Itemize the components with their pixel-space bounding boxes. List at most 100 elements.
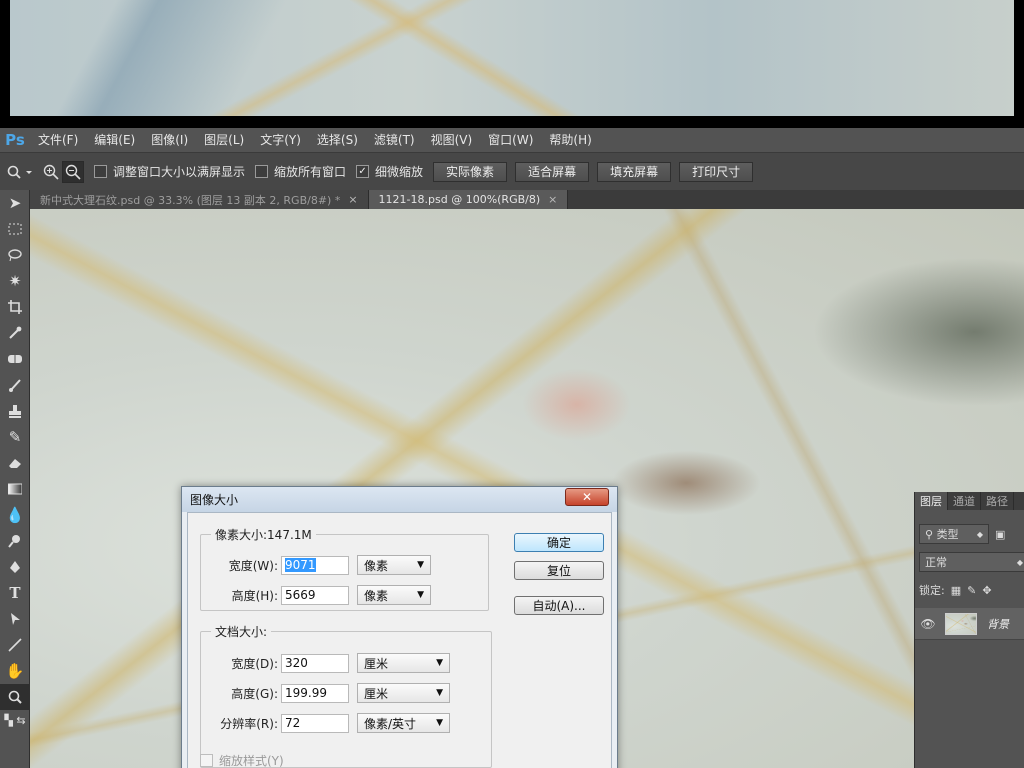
document-tab-bar: 新中式大理石纹.psd @ 33.3% (图层 13 副本 2, RGB/8#)… [30,190,1024,209]
chevron-updown-icon: ◆ [1016,557,1023,567]
pixel-width-unit-select[interactable]: 像素 ▼ [357,555,431,575]
scale-styles-checkbox[interactable] [200,754,213,767]
doc-height-row: 高度(G): 199.99 厘米 ▼ [208,683,450,703]
chevron-down-icon: ▼ [436,658,443,668]
resize-window-label: 调整窗口大小以满屏显示 [113,165,246,179]
crop-tool-icon[interactable] [0,294,30,320]
layer-thumbnail [945,612,977,635]
default-colors-icon[interactable]: ▚ ⇆ [0,710,30,730]
tab-layers[interactable]: 图层 [915,492,948,510]
tab-channels[interactable]: 通道 [948,492,981,510]
dialog-title: 图像大小 [190,493,239,507]
eyedropper-tool-icon[interactable] [0,320,30,346]
doc-height-input[interactable]: 199.99 [281,683,349,703]
print-size-button[interactable]: 打印尺寸 [679,161,754,182]
lock-position-icon[interactable]: ✥ [982,584,991,597]
resolution-label: 分辨率(R): [220,716,278,731]
resolution-unit-select[interactable]: 像素/英寸 ▼ [357,713,450,733]
auto-button[interactable]: 自动(A)... [514,596,604,615]
blend-mode-select[interactable]: 正常 ◆ [919,552,1024,572]
blur-tool-icon[interactable]: 💧 [0,502,30,528]
tab-document-1-label: 新中式大理石纹.psd @ 33.3% (图层 13 副本 2, RGB/8#)… [40,193,341,207]
fit-screen-button[interactable]: 适合屏幕 [515,161,590,182]
close-icon[interactable]: ✕ [565,488,609,506]
resolution-input[interactable]: 72 [281,713,349,733]
healing-brush-tool-icon[interactable] [0,346,30,372]
chevron-down-icon: ▼ [436,688,443,698]
actual-pixels-button[interactable]: 实际像素 [433,161,508,182]
type-tool-icon[interactable]: T [0,580,30,606]
path-selection-tool-icon[interactable] [0,606,30,632]
reset-button[interactable]: 复位 [514,561,604,580]
doc-height-unit-select[interactable]: 厘米 ▼ [357,683,450,703]
doc-width-row: 宽度(D): 320 厘米 ▼ [208,653,450,673]
brush-tool-icon[interactable] [0,372,30,398]
layer-row-background[interactable]: 👁 背景 [915,608,1024,640]
menu-edit[interactable]: 编辑(E) [86,128,143,152]
pixel-height-input[interactable]: 5669 [281,585,349,605]
lasso-tool-icon[interactable] [0,242,30,268]
layer-name: 背景 [987,617,1009,631]
layers-panel-tabs: 图层 通道 路径 [915,492,1024,510]
menu-filter[interactable]: 滤镜(T) [366,128,423,152]
doc-width-unit-select[interactable]: 厘米 ▼ [357,653,450,673]
menu-file[interactable]: 文件(F) [30,128,86,152]
eraser-tool-icon[interactable] [0,450,30,476]
chevron-down-icon: ▼ [417,560,424,570]
scale-styles-label: 缩放样式(Y) [219,754,284,768]
tab-document-2[interactable]: 1121-18.psd @ 100%(RGB/8) × [368,190,569,209]
zoom-all-windows-checkbox[interactable] [255,165,269,178]
menu-image[interactable]: 图像(I) [143,128,196,152]
layer-filter-select[interactable]: ⚲ 类型 ◆ [919,524,989,544]
tab-document-2-label: 1121-18.psd @ 100%(RGB/8) [378,193,541,206]
history-brush-tool-icon[interactable]: ✎ [0,424,30,450]
marble-preview-image [10,0,1014,116]
menu-view[interactable]: 视图(V) [423,128,481,152]
eye-icon[interactable]: 👁 [919,617,937,631]
resize-window-checkbox[interactable] [94,165,107,178]
marquee-tool-icon[interactable] [0,216,30,242]
pixel-height-row: 高度(H): 5669 像素 ▼ [208,585,431,605]
lock-transparent-icon[interactable]: ▦ [951,584,961,597]
scrubby-zoom-label: 细微缩放 [375,165,424,179]
pen-tool-icon[interactable] [0,554,30,580]
close-tab-icon[interactable]: × [548,193,557,206]
ok-button[interactable]: 确定 [514,533,604,552]
move-tool-icon[interactable]: ➤ [0,190,30,216]
pixel-height-unit-select[interactable]: 像素 ▼ [357,585,431,605]
tab-paths[interactable]: 路径 [981,492,1014,510]
doc-width-input[interactable]: 320 [281,653,349,673]
menu-help[interactable]: 帮助(H) [541,128,599,152]
gradient-tool-icon[interactable] [0,476,30,502]
pixel-width-input[interactable]: 9071 [281,555,349,575]
line-tool-icon[interactable] [0,632,30,658]
pixel-dimensions-title: 像素大小:147.1M [211,526,316,543]
menu-select[interactable]: 选择(S) [309,128,366,152]
magic-wand-tool-icon[interactable]: ✷ [0,268,30,294]
clone-stamp-tool-icon[interactable] [0,398,30,424]
image-size-dialog: 图像大小 ✕ 像素大小:147.1M 宽度(W): 9071 像素 ▼ 高度(H)… [181,486,618,768]
close-tab-icon[interactable]: × [348,193,357,206]
chevron-down-icon: ▼ [436,718,443,728]
resolution-row: 分辨率(R): 72 像素/英寸 ▼ [208,713,450,733]
zoom-tool-icon[interactable] [0,684,30,710]
lock-paint-icon[interactable]: ✎ [967,584,976,597]
image-filter-icon[interactable]: ▣ [995,528,1005,541]
hand-tool-icon[interactable]: ✋ [0,658,30,684]
search-icon: ⚲ [925,527,937,541]
tools-panel: ➤ ✷ ✎ 💧 T ✋ ▚ ⇆ [0,190,30,768]
menu-type[interactable]: 文字(Y) [252,128,309,152]
dodge-tool-icon[interactable] [0,528,30,554]
zoom-out-icon[interactable] [62,160,84,183]
zoom-tool-preset-icon[interactable] [0,165,40,179]
document-size-title: 文档大小: [211,623,272,640]
tab-document-1[interactable]: 新中式大理石纹.psd @ 33.3% (图层 13 副本 2, RGB/8#)… [30,190,369,209]
menu-window[interactable]: 窗口(W) [480,128,541,152]
chevron-updown-icon: ◆ [976,529,983,539]
zoom-in-icon[interactable] [40,164,62,180]
fill-screen-button[interactable]: 填充屏幕 [597,161,672,182]
menu-layer[interactable]: 图层(L) [196,128,252,152]
scrubby-zoom-checkbox[interactable]: ✓ [356,165,370,178]
doc-width-label: 宽度(D): [231,656,278,671]
dialog-title-bar[interactable]: 图像大小 ✕ [182,487,617,512]
